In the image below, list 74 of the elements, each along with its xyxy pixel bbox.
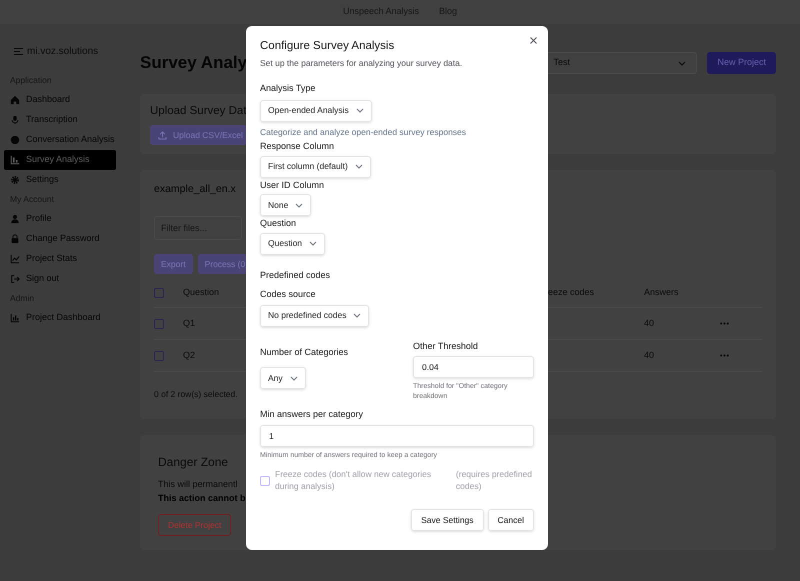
column-header: Question xyxy=(183,286,220,299)
chevron-down-icon xyxy=(295,202,304,208)
dropdown[interactable]: Open-ended Analysis xyxy=(260,100,372,122)
user-icon xyxy=(10,214,20,224)
sidebar-item[interactable]: Transcription xyxy=(4,110,116,130)
sign-out-icon xyxy=(10,274,20,284)
field-label: User ID Column xyxy=(260,178,326,192)
more-icon[interactable] xyxy=(720,322,729,326)
field-label: Number of Categories xyxy=(260,346,350,359)
bar-chart-icon xyxy=(10,313,20,323)
page-title: Survey Analy xyxy=(140,52,248,74)
sidebar-item[interactable]: Sign out xyxy=(4,269,116,289)
close-icon[interactable] xyxy=(530,37,537,44)
field-label: Response Column xyxy=(260,140,336,154)
sidebar-item[interactable]: Survey Analysis xyxy=(4,150,116,170)
line-chart-icon xyxy=(10,254,20,264)
sidebar-item[interactable]: Dashboard xyxy=(4,90,116,110)
upload-icon xyxy=(158,130,167,140)
field-label: Other Threshold xyxy=(413,340,479,353)
field-label: Question xyxy=(260,217,298,230)
delete-project-button[interactable]: Delete Project xyxy=(158,514,232,536)
row-checkbox[interactable] xyxy=(154,350,164,361)
bar-chart-icon xyxy=(10,155,20,165)
chevron-down-icon xyxy=(354,164,363,170)
dropdown[interactable]: No predefined codes xyxy=(260,304,370,327)
upload-button[interactable]: Upload CSV/Excel xyxy=(150,125,247,146)
new-project-button[interactable]: New Project xyxy=(707,52,776,74)
dropdown[interactable]: None xyxy=(260,194,312,216)
sidebar-item[interactable]: Conversation Analysis xyxy=(4,130,116,150)
field-label: Min answers per category xyxy=(260,408,364,422)
sidebar-item[interactable]: Settings xyxy=(4,170,116,190)
settings-icon xyxy=(10,175,20,185)
dialog-button[interactable]: Cancel xyxy=(488,508,534,531)
sidebar-item[interactable]: Profile xyxy=(4,209,116,229)
card-title: Danger Zone xyxy=(158,454,228,471)
table-cell-text: Q1 xyxy=(183,317,196,330)
column-header: eeze codes xyxy=(548,286,594,299)
menu-icon[interactable] xyxy=(14,48,23,55)
row-checkbox[interactable] xyxy=(154,288,164,298)
checkbox-label: Freeze codes (don't allow new categories during analysis) xyxy=(275,469,432,493)
sidebar-item[interactable]: Project Dashboard xyxy=(4,308,116,328)
sidebar-item[interactable]: Project Stats xyxy=(4,249,116,269)
more-icon[interactable] xyxy=(720,354,729,358)
field-label: Predefined codes xyxy=(260,268,332,282)
action-button[interactable]: Export xyxy=(154,254,193,274)
dropdown[interactable]: Any xyxy=(260,367,306,390)
dialog-subtitle: Set up the parameters for analyzing your survey data. xyxy=(260,57,464,70)
lock-icon xyxy=(10,234,20,244)
chevron-down-icon xyxy=(678,60,686,66)
circle-icon xyxy=(10,135,20,145)
sidebar-item[interactable]: Change Password xyxy=(4,229,116,249)
warning-text: This action cannot b xyxy=(158,492,246,504)
row-checkbox[interactable] xyxy=(154,318,164,329)
field-description: Categorize and analyze open-ended survey responses xyxy=(260,126,468,138)
table-cell-text: Q2 xyxy=(183,349,196,362)
card-title: Upload Survey Dat xyxy=(150,104,247,119)
warning-text: This will permanentl xyxy=(158,478,238,491)
home-icon xyxy=(10,95,20,105)
field-label: Analysis Type xyxy=(260,82,316,95)
checkbox-note: (requires predefined codes) xyxy=(456,469,533,493)
field-label: Codes source xyxy=(260,288,317,302)
dialog-button[interactable]: Save Settings xyxy=(411,508,484,531)
input-field[interactable]: 0.04 xyxy=(413,356,534,378)
dropdown[interactable]: First column (default) xyxy=(260,156,371,178)
chevron-down-icon xyxy=(290,376,298,381)
card-title: example_all_en.x xyxy=(154,182,236,198)
column-header: Answers xyxy=(644,286,679,299)
dialog-title: Configure Survey Analysis xyxy=(260,39,396,54)
chevron-down-icon xyxy=(309,241,318,246)
microphone-icon xyxy=(10,115,20,125)
chevron-down-icon xyxy=(356,108,364,113)
dropdown[interactable]: Question xyxy=(260,232,326,255)
input-field[interactable]: 1 xyxy=(260,424,534,447)
chevron-down-icon xyxy=(353,313,362,318)
